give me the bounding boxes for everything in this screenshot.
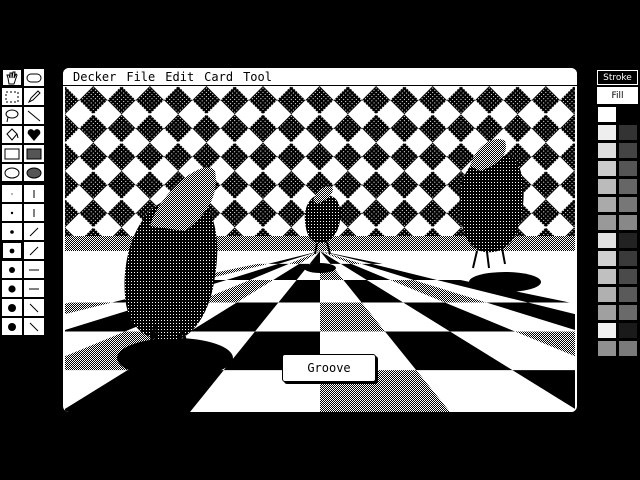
pattern-swatch[interactable] (597, 304, 617, 321)
brush-8-icon[interactable] (24, 242, 44, 259)
pattern-swatch[interactable] (597, 178, 617, 195)
menu-card[interactable]: Card (199, 70, 238, 84)
pattern-swatch[interactable] (597, 196, 617, 213)
pattern-swatch[interactable] (618, 268, 638, 285)
filled-ellipse-icon[interactable] (24, 164, 44, 181)
menu-tool[interactable]: Tool (238, 70, 277, 84)
heart-icon[interactable] (24, 126, 44, 143)
tool-palette (0, 68, 46, 412)
pattern-swatch[interactable] (618, 232, 638, 249)
pattern-swatch[interactable] (597, 322, 617, 339)
pattern-swatch[interactable] (618, 304, 638, 321)
brush-13-icon[interactable] (2, 299, 22, 316)
pattern-swatch[interactable] (618, 124, 638, 141)
select-rect-icon[interactable] (2, 88, 22, 105)
pencil-icon[interactable] (24, 88, 44, 105)
ellipse-icon[interactable] (2, 164, 22, 181)
brush-6-icon[interactable] (24, 223, 44, 240)
fill-button[interactable]: Fill (597, 87, 638, 104)
line-icon[interactable] (24, 107, 44, 124)
brush-16-icon[interactable] (24, 318, 44, 335)
pattern-swatch[interactable] (618, 142, 638, 159)
brush-3-icon[interactable] (2, 204, 22, 221)
pattern-swatch[interactable] (618, 214, 638, 231)
pattern-swatch[interactable] (597, 232, 617, 249)
rect-icon[interactable] (2, 145, 22, 162)
brush-2-icon[interactable] (24, 185, 44, 202)
brush-11-icon[interactable] (2, 280, 22, 297)
pattern-swatch[interactable] (618, 178, 638, 195)
filled-rect-icon[interactable] (24, 145, 44, 162)
brush-9-icon[interactable] (2, 261, 22, 278)
brush-1-icon[interactable] (2, 185, 22, 202)
brush-15-icon[interactable] (2, 318, 22, 335)
brush-4-icon[interactable] (24, 204, 44, 221)
pattern-palette: Stroke Fill (595, 68, 640, 412)
pattern-swatch[interactable] (618, 106, 638, 123)
stroke-button[interactable]: Stroke (597, 70, 638, 85)
button-tool-icon[interactable] (24, 69, 44, 86)
brush-10-icon[interactable] (24, 261, 44, 278)
pattern-swatch[interactable] (597, 250, 617, 267)
pattern-swatch[interactable] (597, 106, 617, 123)
pattern-swatch[interactable] (597, 268, 617, 285)
pattern-swatch[interactable] (618, 322, 638, 339)
brush-7-icon[interactable] (1, 241, 23, 260)
bucket-icon[interactable] (2, 126, 22, 143)
pattern-swatch[interactable] (618, 250, 638, 267)
brush-12-icon[interactable] (24, 280, 44, 297)
brush-14-icon[interactable] (24, 299, 44, 316)
hand-icon[interactable] (1, 68, 23, 87)
pattern-swatch[interactable] (618, 286, 638, 303)
main-window: Decker File Edit Card Tool Groove (63, 68, 577, 412)
pattern-swatch[interactable] (597, 142, 617, 159)
pattern-swatch[interactable] (618, 196, 638, 213)
menu-file[interactable]: File (121, 70, 160, 84)
lasso-icon[interactable] (2, 107, 22, 124)
pattern-swatch[interactable] (597, 160, 617, 177)
pattern-swatch[interactable] (597, 214, 617, 231)
menu-decker[interactable]: Decker (63, 70, 121, 84)
pattern-swatch[interactable] (597, 340, 617, 357)
pattern-swatch[interactable] (618, 160, 638, 177)
pattern-swatch[interactable] (597, 286, 617, 303)
pattern-swatch[interactable] (618, 340, 638, 357)
pattern-swatch[interactable] (597, 124, 617, 141)
menu-edit[interactable]: Edit (160, 70, 199, 84)
brush-5-icon[interactable] (2, 223, 22, 240)
menubar: Decker File Edit Card Tool (63, 68, 577, 86)
groove-button[interactable]: Groove (282, 354, 376, 382)
